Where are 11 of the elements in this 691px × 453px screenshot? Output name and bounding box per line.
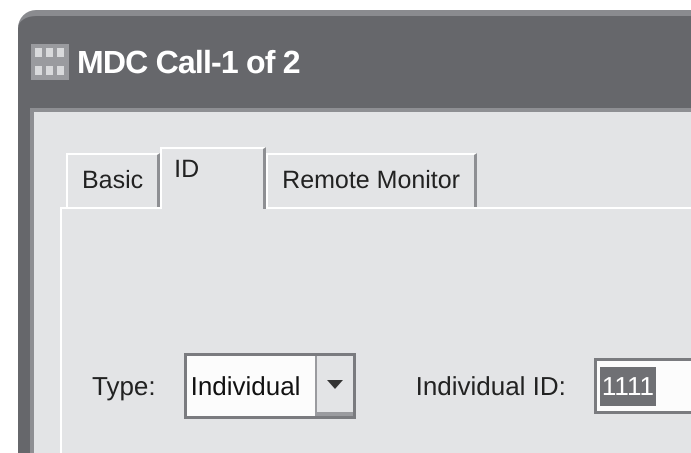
field-label: Individual ID: <box>416 370 566 402</box>
window-icon <box>31 44 69 80</box>
type-dropdown[interactable]: Individual <box>184 353 356 419</box>
tab[interactable]: ID <box>160 147 266 209</box>
caret-icon <box>326 380 343 388</box>
dropdown-arrow-button[interactable] <box>314 356 353 416</box>
window-title: MDC Call-1 of 2 <box>77 43 300 82</box>
tab[interactable]: Basic <box>66 153 160 207</box>
individual-id-field[interactable]: 1111 <box>594 358 691 414</box>
tab[interactable]: Remote Monitor <box>266 153 477 207</box>
field-label: Type: <box>92 370 156 402</box>
